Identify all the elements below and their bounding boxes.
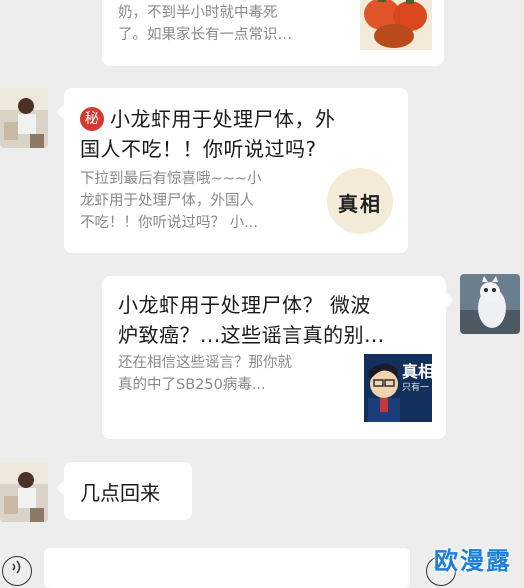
article-card-partial[interactable]: 奶，不到半小时就中毒死 了。如果家长有一点常识… xyxy=(102,0,444,66)
detective-thumbnail-text: 真相 xyxy=(402,362,432,381)
article-desc-line: 下拉到最后有惊喜哦~~~小 xyxy=(80,171,262,187)
article-title-line: 小龙虾用于处理尸体？ 微波 xyxy=(118,293,371,317)
text-bubble[interactable]: 几点回来 xyxy=(56,462,192,520)
article-desc-line: 了。如果家长有一点常识… xyxy=(118,27,292,43)
detective-thumbnail: 真相 只有一 xyxy=(364,354,432,422)
bubble-tail xyxy=(56,479,74,497)
message-text: 几点回来 xyxy=(80,481,160,505)
article-desc-line: 奶，不到半小时就中毒死 xyxy=(118,5,278,21)
article-desc-line: 龙虾用于处理尸体，外国人 xyxy=(80,193,254,209)
contact-avatar[interactable] xyxy=(0,88,48,148)
voice-icon[interactable] xyxy=(2,556,32,586)
article-title-line: 小龙虾用于处理尸体，外 xyxy=(110,107,336,131)
article-desc: 奶，不到半小时就中毒死 了。如果家长有一点常识… xyxy=(118,2,292,46)
detective-thumbnail-subtext: 只有一 xyxy=(402,383,430,393)
article-card-sent[interactable]: 小龙虾用于处理尸体？ 微波 炉致癌？...这些谣言真的别... 还在相信这些谣言… xyxy=(102,276,454,439)
article-card[interactable]: 秘小龙虾用于处理尸体，外 国人不吃！！你听说过吗? 下拉到最后有惊喜哦~~~小 … xyxy=(56,88,408,253)
contact-avatar[interactable] xyxy=(0,462,48,522)
bubble-tail xyxy=(56,103,74,121)
message-input[interactable] xyxy=(44,548,410,588)
article-desc-line: 还在相信这些谣言？那你就 xyxy=(118,355,292,371)
truth-thumbnail: 真相 xyxy=(327,168,393,234)
article-desc-line: 真的中了SB250病毒... xyxy=(118,377,266,393)
watermark: 欧漫露 xyxy=(434,547,512,575)
article-desc-line: 不吃！！你听说过吗？ 小... xyxy=(80,215,258,231)
article-title-line: 国人不吃！！你听说过吗? xyxy=(80,137,317,161)
article-title: 秘小龙虾用于处理尸体，外 国人不吃！！你听说过吗? xyxy=(80,104,400,164)
article-desc: 还在相信这些谣言？那你就 真的中了SB250病毒... xyxy=(118,352,292,396)
secret-seal-icon: 秘 xyxy=(80,107,104,131)
article-title-line: 炉致癌？...这些谣言真的别... xyxy=(118,323,385,347)
article-desc: 下拉到最后有惊喜哦~~~小 龙虾用于处理尸体，外国人 不吃！！你听说过吗？ 小.… xyxy=(80,168,261,234)
truth-thumbnail-text: 真相 xyxy=(338,192,382,216)
my-avatar[interactable] xyxy=(460,274,520,334)
bubble-tail xyxy=(436,291,454,309)
persimmon-thumbnail xyxy=(360,0,432,50)
article-title: 小龙虾用于处理尸体？ 微波 炉致癌？...这些谣言真的别... xyxy=(118,290,438,350)
